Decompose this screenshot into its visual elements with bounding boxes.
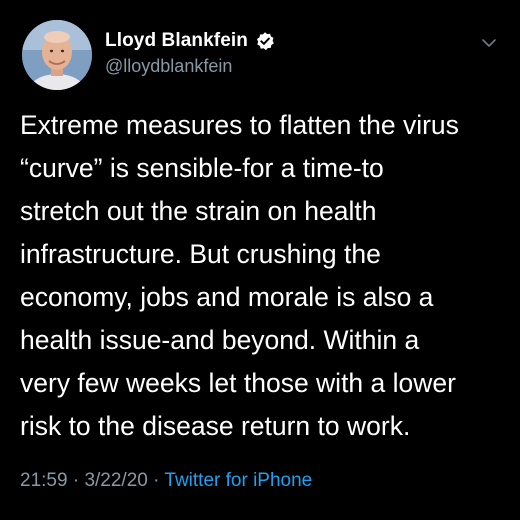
meta-separator: · xyxy=(147,470,165,491)
meta-separator: · xyxy=(67,470,85,491)
tweet-text-line: health issue-and beyond. Within a xyxy=(20,325,420,355)
tweet-text-line: Extreme measures to flatten the virus xyxy=(20,110,459,140)
display-name[interactable]: Lloyd Blankfein xyxy=(105,30,248,52)
tweet-text-line: risk to the disease return to work. xyxy=(20,411,411,441)
tweet-text-line: very few weeks let those with a lower xyxy=(20,368,456,398)
tweet-meta: 21:59 · 3/22/20 · Twitter for iPhone xyxy=(20,470,312,492)
tweet-time[interactable]: 21:59 xyxy=(20,470,68,491)
tweet-text-line: “curve” is sensible-for a time-to xyxy=(20,153,384,183)
name-row: Lloyd Blankfein xyxy=(105,30,275,52)
tweet-text-line: economy, jobs and morale is also a xyxy=(20,282,434,312)
chevron-down-icon[interactable] xyxy=(480,34,498,52)
tweet-source-link[interactable]: Twitter for iPhone xyxy=(164,470,312,491)
user-handle[interactable]: @lloydblankfein xyxy=(105,56,232,77)
tweet-card: Lloyd Blankfein @lloydblankfein Extreme … xyxy=(0,0,520,520)
verified-badge-icon xyxy=(255,31,275,51)
tweet-text-line: stretch out the strain on health xyxy=(20,196,377,226)
avatar-image xyxy=(22,20,92,90)
tweet-date[interactable]: 3/22/20 xyxy=(84,470,147,491)
tweet-text-line: infrastructure. But crushing the xyxy=(20,239,381,269)
tweet-text: Extreme measures to flatten the virus “c… xyxy=(20,104,500,448)
avatar[interactable] xyxy=(22,20,92,90)
